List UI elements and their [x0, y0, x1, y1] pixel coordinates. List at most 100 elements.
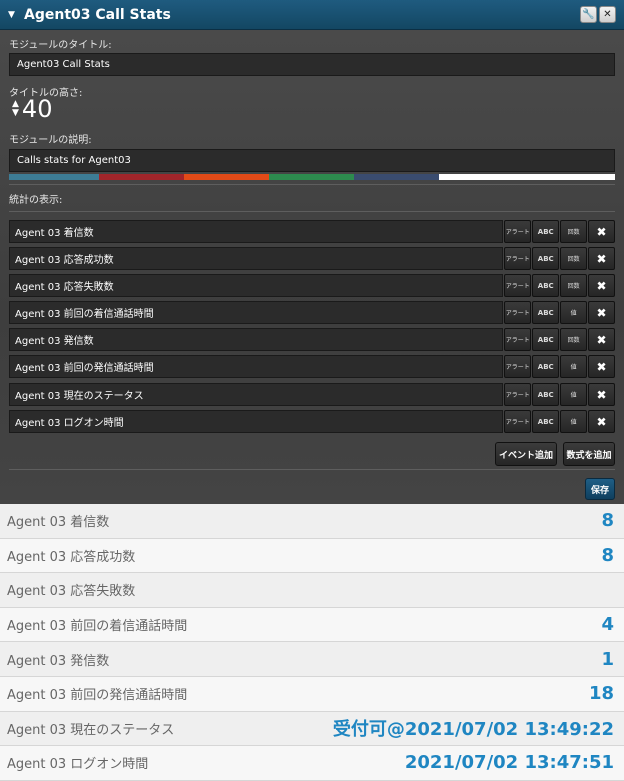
- abc-button[interactable]: ABC: [532, 383, 560, 406]
- delete-icon[interactable]: ✖: [588, 301, 616, 324]
- stepper-down-icon[interactable]: ▼: [12, 109, 19, 118]
- value-type-button[interactable]: 回数: [560, 274, 588, 297]
- abc-button[interactable]: ABC: [532, 274, 560, 297]
- abc-button[interactable]: ABC: [532, 355, 560, 378]
- stat-label: Agent 03 前回の発信通話時間: [7, 688, 188, 704]
- stat-name-input[interactable]: Agent 03 着信数: [9, 220, 504, 243]
- description-input[interactable]: Calls stats for Agent03: [9, 149, 615, 172]
- stat-config-row: Agent 03 応答失敗数 アラート ABC 回数 ✖: [9, 274, 616, 297]
- stat-row: Agent 03 現在のステータス 受付可@2021/07/02 13:49:22: [0, 711, 624, 747]
- value-type-button[interactable]: 回数: [560, 328, 588, 351]
- stat-row: Agent 03 応答失敗数: [0, 573, 624, 608]
- value-type-button[interactable]: 値: [560, 301, 588, 324]
- alert-button[interactable]: アラート: [504, 247, 532, 270]
- value-type-button[interactable]: 値: [560, 383, 588, 406]
- abc-button[interactable]: ABC: [532, 220, 560, 243]
- stat-config-row: Agent 03 発信数 アラート ABC 回数 ✖: [9, 328, 616, 351]
- header-tools: 🔧 ✕: [580, 6, 616, 23]
- stat-value: 4: [601, 614, 614, 636]
- stat-row: Agent 03 着信数 8: [0, 504, 624, 539]
- stat-row: Agent 03 前回の発信通話時間 18: [0, 676, 624, 712]
- color-swatch[interactable]: [184, 174, 269, 180]
- abc-button[interactable]: ABC: [532, 301, 560, 324]
- module-header: ▼ Agent03 Call Stats 🔧 ✕: [0, 0, 624, 30]
- stat-row: Agent 03 前回の着信通話時間 4: [0, 607, 624, 643]
- stats-list: Agent 03 着信数 8 Agent 03 応答成功数 8 Agent 03 応答失…: [0, 504, 624, 781]
- save-button[interactable]: 保存: [585, 478, 615, 500]
- stat-value: 受付可@2021/07/02 13:49:22: [332, 719, 614, 741]
- color-swatch[interactable]: [99, 174, 184, 180]
- add-formula-button[interactable]: 数式を追加: [563, 442, 615, 466]
- stat-config-row: Agent 03 前回の着信通話時間 アラート ABC 値 ✖: [9, 301, 616, 324]
- collapse-toggle-icon[interactable]: ▼: [8, 10, 18, 20]
- delete-icon[interactable]: ✖: [588, 274, 616, 297]
- abc-button[interactable]: ABC: [532, 247, 560, 270]
- edit-panel: モジュールのタイトル: Agent03 Call Stats タイトルの高さ: …: [0, 30, 624, 504]
- stat-config-row: Agent 03 前回の発信通話時間 アラート ABC 値 ✖: [9, 355, 616, 378]
- stat-value: 18: [588, 683, 614, 705]
- stat-name-input[interactable]: Agent 03 応答成功数: [9, 247, 504, 270]
- alert-button[interactable]: アラート: [504, 355, 532, 378]
- color-swatch[interactable]: [439, 174, 615, 180]
- divider: [9, 184, 615, 185]
- stat-config-row: Agent 03 着信数 アラート ABC 回数 ✖: [9, 220, 616, 243]
- delete-icon[interactable]: ✖: [588, 355, 616, 378]
- stat-label: Agent 03 発信数: [7, 653, 110, 669]
- stat-name-input[interactable]: Agent 03 前回の着信通話時間: [9, 301, 504, 324]
- delete-icon[interactable]: ✖: [588, 328, 616, 351]
- value-type-button[interactable]: 値: [560, 355, 588, 378]
- stat-config-row: Agent 03 ログオン時間 アラート ABC 値 ✖: [9, 410, 616, 433]
- value-type-button[interactable]: 回数: [560, 220, 588, 243]
- stat-label: Agent 03 前回の着信通話時間: [7, 619, 188, 635]
- value-type-button[interactable]: 回数: [560, 247, 588, 270]
- color-swatch[interactable]: [269, 174, 354, 180]
- value-type-button[interactable]: 値: [560, 410, 588, 433]
- module-title: Agent03 Call Stats: [24, 6, 171, 23]
- stat-value: 1: [601, 648, 614, 670]
- height-value: 40: [21, 95, 53, 123]
- delete-icon[interactable]: ✖: [588, 247, 616, 270]
- stat-label: Agent 03 現在のステータス: [7, 722, 175, 738]
- stat-label: Agent 03 応答成功数: [7, 549, 136, 565]
- stat-row: Agent 03 応答成功数 8: [0, 538, 624, 574]
- stat-config-row: Agent 03 現在のステータス アラート ABC 値 ✖: [9, 383, 616, 406]
- alert-button[interactable]: アラート: [504, 383, 532, 406]
- stat-row: Agent 03 発信数 1: [0, 642, 624, 677]
- stat-row: Agent 03 ログオン時間 2021/07/02 13:47:51: [0, 746, 624, 781]
- stat-name-input[interactable]: Agent 03 発信数: [9, 328, 504, 351]
- alert-button[interactable]: アラート: [504, 301, 532, 324]
- title-input[interactable]: Agent03 Call Stats: [9, 53, 615, 76]
- stat-label: Agent 03 ログオン時間: [7, 757, 149, 773]
- stat-name-input[interactable]: Agent 03 応答失敗数: [9, 274, 504, 297]
- alert-button[interactable]: アラート: [504, 274, 532, 297]
- abc-button[interactable]: ABC: [532, 328, 560, 351]
- abc-button[interactable]: ABC: [532, 410, 560, 433]
- stat-value: 8: [601, 544, 614, 566]
- delete-icon[interactable]: ✖: [588, 410, 616, 433]
- stat-label: Agent 03 着信数: [7, 515, 110, 531]
- add-event-button[interactable]: イベント追加: [495, 442, 557, 466]
- alert-button[interactable]: アラート: [504, 328, 532, 351]
- stat-value: 2021/07/02 13:47:51: [404, 752, 614, 774]
- color-swatch[interactable]: [9, 174, 99, 180]
- stat-label: Agent 03 応答失敗数: [7, 584, 136, 600]
- height-stepper[interactable]: ▲ ▼ 40: [12, 95, 52, 123]
- wrench-icon[interactable]: 🔧: [580, 6, 597, 23]
- stat-config-row: Agent 03 応答成功数 アラート ABC 回数 ✖: [9, 247, 616, 270]
- description-label: モジュールの説明:: [9, 135, 92, 146]
- title-label: モジュールのタイトル:: [9, 40, 112, 51]
- delete-icon[interactable]: ✖: [588, 220, 616, 243]
- stat-name-input[interactable]: Agent 03 ログオン時間: [9, 410, 504, 433]
- close-icon[interactable]: ✕: [599, 6, 616, 23]
- stats-display-label: 統計の表示:: [9, 195, 63, 206]
- delete-icon[interactable]: ✖: [588, 383, 616, 406]
- divider: [9, 469, 615, 470]
- stat-name-input[interactable]: Agent 03 現在のステータス: [9, 383, 504, 406]
- color-picker-bar[interactable]: [9, 174, 615, 180]
- color-swatch[interactable]: [354, 174, 439, 180]
- stat-name-input[interactable]: Agent 03 前回の発信通話時間: [9, 355, 504, 378]
- stat-value: 8: [601, 510, 614, 532]
- divider: [9, 211, 615, 212]
- alert-button[interactable]: アラート: [504, 410, 532, 433]
- alert-button[interactable]: アラート: [504, 220, 532, 243]
